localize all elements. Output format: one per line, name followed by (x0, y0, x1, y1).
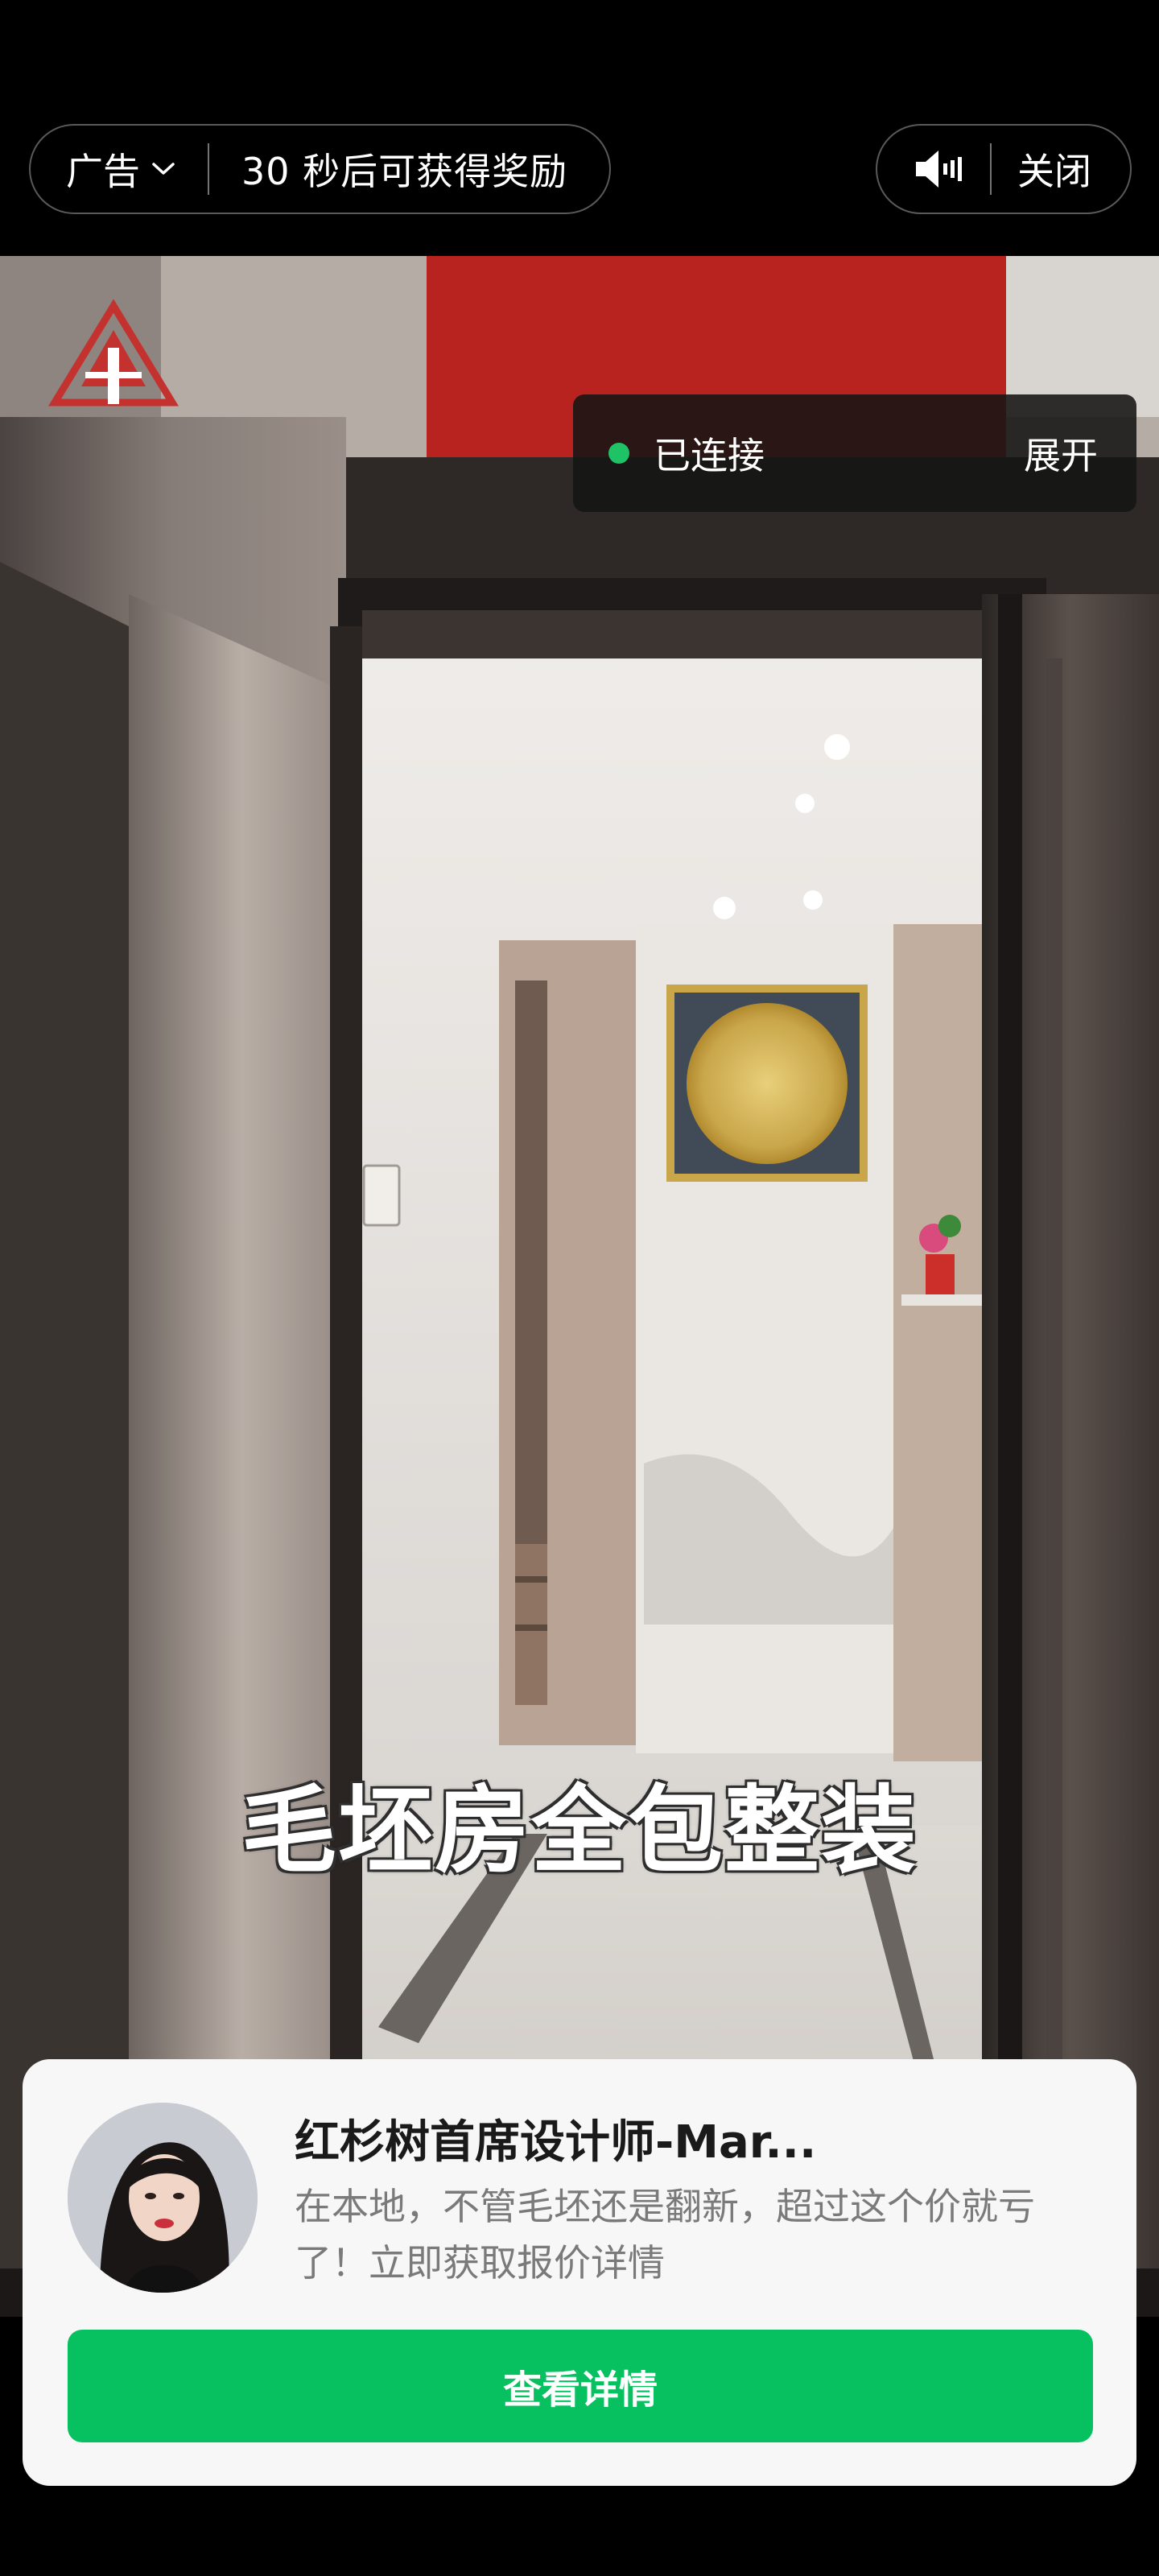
ad-screen: 广告 30 秒后可获得奖励 关闭 毛坯房全包整装 已连接 展开 红杉树首席设计师… (0, 0, 1159, 2576)
view-details-button[interactable]: 查看详情 (68, 2330, 1093, 2442)
speaker-muted-icon (916, 151, 962, 188)
advertiser-title: 红杉树首席设计师-Mar... (295, 2116, 817, 2169)
ad-label-group[interactable]: 广告 (66, 142, 175, 196)
expand-button[interactable]: 展开 (1024, 427, 1098, 480)
connection-status-label: 已连接 (654, 434, 765, 477)
close-button[interactable]: 关闭 (1017, 142, 1091, 196)
mute-button[interactable] (913, 147, 964, 192)
video-caption: 毛坯房全包整装 (241, 1775, 918, 1886)
brand-logo (47, 299, 179, 407)
divider (208, 143, 209, 195)
avatar[interactable] (68, 2103, 258, 2293)
video-frame (0, 256, 1159, 2317)
ad-description: 在本地，不管毛坯还是翻新，超过这个价就亏了！立即获取报价详情 (295, 2185, 1035, 2285)
reward-countdown: 30 秒后可获得奖励 (241, 150, 568, 193)
connection-panel: 已连接 展开 (573, 394, 1136, 512)
chevron-down-icon (152, 163, 175, 175)
ad-label: 广告 (66, 150, 140, 193)
advertiser-card[interactable]: 红杉树首席设计师-Mar... 在本地，不管毛坯还是翻新，超过这个价就亏了！立即… (23, 2059, 1136, 2486)
advertiser-avatar-image (68, 2103, 258, 2293)
ad-video[interactable]: 毛坯房全包整装 已连接 展开 (0, 256, 1159, 2317)
ad-control-pill: 关闭 (876, 124, 1132, 214)
ad-info-pill[interactable]: 广告 30 秒后可获得奖励 (29, 124, 612, 214)
divider (990, 143, 992, 195)
status-dot-icon (608, 443, 629, 464)
connection-status: 已连接 (608, 427, 765, 480)
